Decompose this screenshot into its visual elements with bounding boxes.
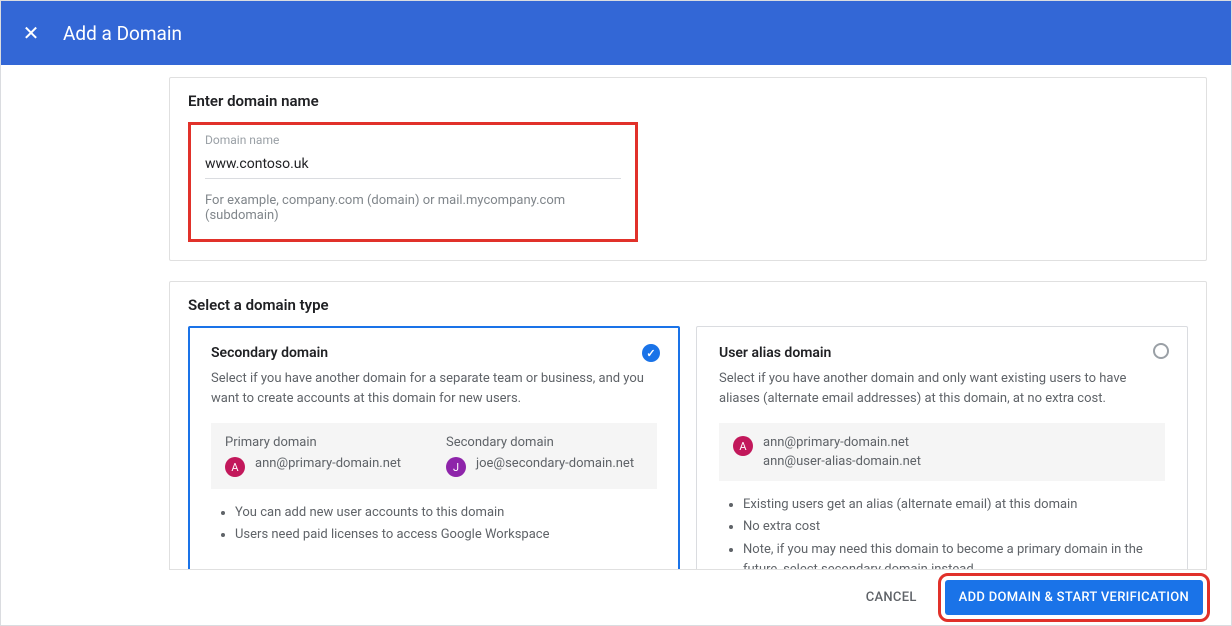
domain-hint: For example, company.com (domain) or mai… — [205, 193, 621, 223]
list-item: Users need paid licenses to access Googl… — [235, 525, 657, 545]
domain-input-highlight: Domain name For example, company.com (do… — [188, 122, 638, 242]
avatar: A — [733, 436, 753, 456]
user-alias-domain-card[interactable]: User alias domain Select if you have ano… — [696, 326, 1188, 607]
secondary-example: Primary domain A ann@primary-domain.net … — [211, 423, 657, 489]
select-type-panel: Select a domain type ✓ Secondary domain … — [169, 281, 1207, 608]
list-item: Existing users get an alias (alternate e… — [743, 495, 1165, 515]
domain-name-input[interactable] — [205, 154, 621, 179]
primary-email: ann@primary-domain.net — [255, 456, 401, 471]
dialog-header: ✕ Add a Domain — [1, 1, 1231, 65]
dialog-footer: CANCEL ADD DOMAIN & START VERIFICATION — [169, 569, 1207, 625]
radio-unchecked-icon — [1153, 343, 1169, 359]
select-type-title: Select a domain type — [188, 296, 1188, 314]
close-icon[interactable]: ✕ — [21, 23, 41, 43]
alias-bullets: Existing users get an alias (alternate e… — [719, 495, 1165, 580]
secondary-bullets: You can add new user accounts to this do… — [211, 503, 657, 545]
alias-desc: Select if you have another domain and on… — [719, 369, 1165, 409]
dialog-title: Add a Domain — [63, 22, 182, 45]
avatar: A — [225, 457, 245, 477]
primary-domain-label: Primary domain — [225, 435, 422, 450]
secondary-title: Secondary domain — [211, 345, 657, 361]
selected-check-icon: ✓ — [642, 344, 660, 362]
list-item: No extra cost — [743, 517, 1165, 537]
cancel-button[interactable]: CANCEL — [856, 582, 927, 613]
list-item: You can add new user accounts to this do… — [235, 503, 657, 523]
dialog-content: Enter domain name Domain name For exampl… — [1, 65, 1231, 608]
secondary-email: joe@secondary-domain.net — [476, 456, 634, 471]
alias-title: User alias domain — [719, 345, 1165, 361]
enter-domain-title: Enter domain name — [188, 92, 1188, 110]
secondary-domain-card[interactable]: ✓ Secondary domain Select if you have an… — [188, 326, 680, 607]
secondary-domain-label: Secondary domain — [446, 435, 643, 450]
alias-email: ann@user-alias-domain.net — [763, 454, 921, 469]
enter-domain-panel: Enter domain name Domain name For exampl… — [169, 77, 1207, 261]
alias-example: A ann@primary-domain.net ann@user-alias-… — [719, 423, 1165, 481]
domain-field-label: Domain name — [205, 133, 621, 147]
secondary-desc: Select if you have another domain for a … — [211, 369, 657, 409]
add-domain-start-verification-button[interactable]: ADD DOMAIN & START VERIFICATION — [945, 580, 1203, 615]
alias-email: ann@primary-domain.net — [763, 435, 921, 450]
avatar: J — [446, 457, 466, 477]
